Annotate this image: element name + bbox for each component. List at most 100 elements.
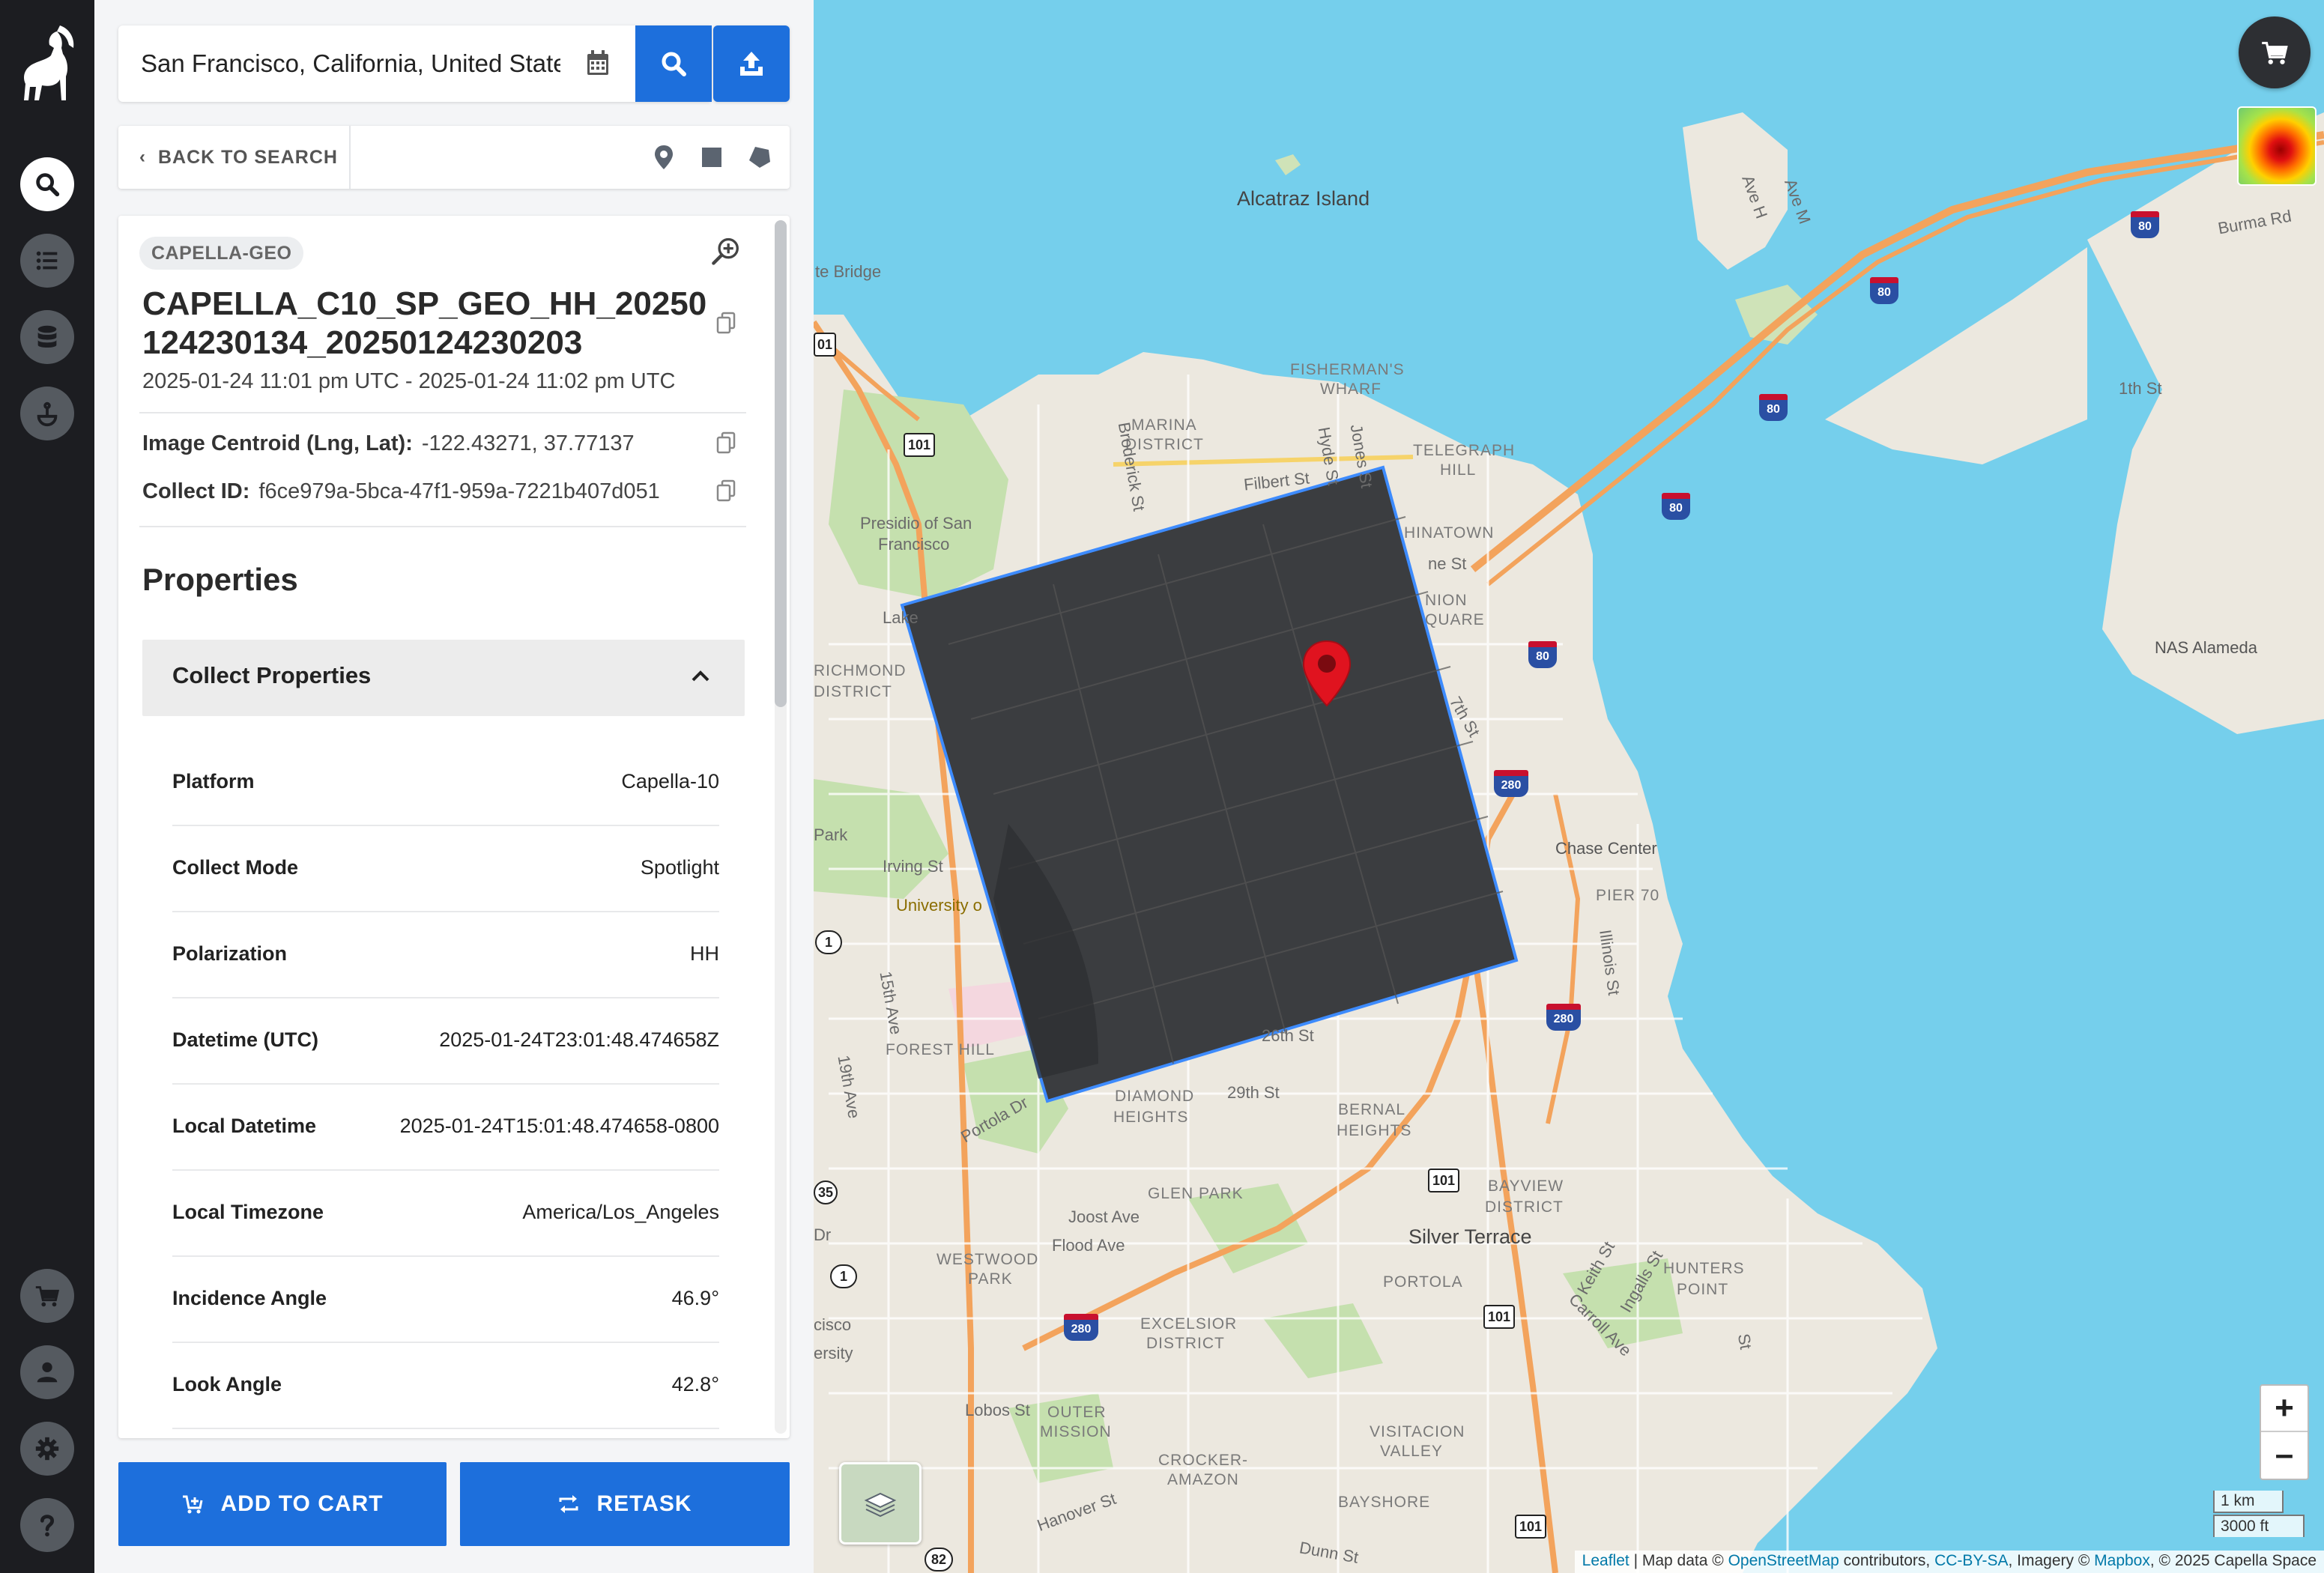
label-lobos: Lobos St xyxy=(965,1401,1030,1419)
nav-search-button[interactable] xyxy=(20,157,74,211)
nav-cart-button[interactable] xyxy=(20,1269,74,1323)
search-icon xyxy=(662,52,686,76)
label-bernal: BERNAL xyxy=(1338,1101,1406,1118)
attribution-text: | Map data © xyxy=(1629,1552,1728,1569)
label-presidio-2: Francisco xyxy=(878,535,950,554)
table-row: Platform Capella-10 xyxy=(172,740,719,826)
property-value: 2025-01-24T15:01:48.474658-0800 xyxy=(399,1115,719,1137)
layers-icon xyxy=(864,1492,897,1518)
layers-button[interactable] xyxy=(839,1462,922,1545)
label-bayview-2: DISTRICT xyxy=(1485,1198,1564,1216)
centroid-row: Image Centroid (Lng, Lat): -122.43271, 37… xyxy=(142,431,635,456)
upload-icon xyxy=(740,52,763,76)
map-pin-icon xyxy=(655,145,673,169)
label-park: Park xyxy=(814,825,848,844)
divider xyxy=(139,526,746,527)
label-university: University o xyxy=(896,896,982,915)
nav-data-button[interactable] xyxy=(20,310,74,364)
copy-centroid-icon[interactable] xyxy=(716,431,736,454)
property-value: HH xyxy=(690,942,719,965)
label-diamond: DIAMOND xyxy=(1115,1088,1195,1105)
heatmap-toggle-button[interactable] xyxy=(2237,106,2317,186)
us101-shield: 101 xyxy=(904,433,935,457)
ibex-logo-icon[interactable] xyxy=(13,22,81,109)
i280-shield: 280 xyxy=(1494,770,1528,797)
polygon-icon xyxy=(749,147,770,168)
osm-link[interactable]: OpenStreetMap xyxy=(1728,1552,1839,1569)
attribution-text: , © 2025 Capella Space xyxy=(2149,1552,2317,1569)
label-st: St xyxy=(1734,1332,1756,1351)
label-diamond-2: HEIGHTS xyxy=(1113,1109,1189,1126)
property-value: 42.8° xyxy=(671,1373,719,1395)
i80-shield: 80 xyxy=(1870,277,1898,304)
label-union-2: QUARE xyxy=(1425,611,1485,628)
upload-button[interactable] xyxy=(713,25,790,102)
copy-title-icon[interactable] xyxy=(716,312,736,334)
draw-polygon-button[interactable] xyxy=(743,141,776,174)
zoom-to-item-icon[interactable] xyxy=(710,235,743,268)
label-telegraph-hill: HILL xyxy=(1440,461,1477,479)
label-hunters: HUNTERS xyxy=(1663,1260,1745,1277)
label-dr: Dr xyxy=(814,1225,832,1244)
ccbysa-link[interactable]: CC-BY-SA xyxy=(1934,1552,2008,1569)
item-datetime-range: 2025-01-24 11:01 pm UTC - 2025-01-24 11:… xyxy=(142,369,676,393)
label-golden-gate: te Bridge xyxy=(815,262,882,281)
label-westwood: WESTWOOD xyxy=(936,1251,1039,1268)
back-to-search-button[interactable]: ‹ BACK TO SEARCH xyxy=(118,126,351,189)
gear-icon xyxy=(35,1437,59,1461)
nav-account-button[interactable] xyxy=(20,1345,74,1399)
table-row: Look Angle 42.8° xyxy=(172,1343,719,1429)
calendar-icon[interactable] xyxy=(583,48,613,78)
search-button[interactable] xyxy=(635,25,712,102)
property-key: Local Timezone xyxy=(172,1201,324,1223)
draw-rectangle-button[interactable] xyxy=(695,141,728,174)
i80-shield: 80 xyxy=(1662,493,1690,520)
attribution-text: , Imagery © xyxy=(2008,1552,2095,1569)
collection-tag[interactable]: CAPELLA-GEO xyxy=(139,237,304,270)
database-icon xyxy=(37,325,57,348)
label-26th-st: 26th St xyxy=(1262,1026,1314,1045)
collect-id-row: Collect ID: f6ce979a-5bca-47f1-959a-7221b… xyxy=(142,479,660,504)
centroid-marker-icon[interactable] xyxy=(1301,640,1353,707)
accordion-label: Collect Properties xyxy=(172,662,372,688)
retask-button[interactable]: RETASK xyxy=(460,1462,790,1546)
i80-shield: 80 xyxy=(2131,211,2159,238)
label-richmond-2: DISTRICT xyxy=(814,683,892,700)
add-to-cart-label: ADD TO CART xyxy=(220,1491,384,1516)
map-cart-button[interactable] xyxy=(2239,16,2311,88)
nav-satellite-button[interactable] xyxy=(20,387,74,440)
property-key: Platform xyxy=(172,770,255,792)
zoom-out-button[interactable]: – xyxy=(2261,1432,2308,1479)
table-row: Datetime (UTC) 2025-01-24T23:01:48.474658… xyxy=(172,998,719,1085)
label-excelsior: EXCELSIOR xyxy=(1140,1315,1238,1333)
nav-settings-button[interactable] xyxy=(20,1422,74,1476)
search-input[interactable] xyxy=(141,40,560,87)
nav-tasks-button[interactable] xyxy=(20,234,74,288)
scrollbar-thumb[interactable] xyxy=(775,220,787,707)
draw-point-button[interactable] xyxy=(647,141,680,174)
table-row: Collect Mode Spotlight xyxy=(172,826,719,912)
label-bernal-2: HEIGHTS xyxy=(1337,1122,1412,1139)
us101-shield: 101 xyxy=(1428,1169,1459,1192)
i280-shield: 280 xyxy=(1064,1314,1098,1341)
nav-help-button[interactable] xyxy=(20,1498,74,1552)
detail-scrollbar[interactable] xyxy=(775,220,787,1434)
leaflet-link[interactable]: Leaflet xyxy=(1582,1552,1629,1569)
route-shield: 01 xyxy=(814,333,836,357)
label-29th-st: 29th St xyxy=(1227,1083,1280,1102)
label-bayshore: BAYSHORE xyxy=(1338,1494,1431,1511)
cart-icon xyxy=(2262,41,2288,64)
label-fishermans: FISHERMAN'S xyxy=(1290,361,1405,378)
copy-collect-id-icon[interactable] xyxy=(716,479,736,502)
map-view[interactable]: Alcatraz Island te Bridge FISHERMAN'S WH… xyxy=(814,0,2324,1573)
centroid-value: -122.43271, 37.77137 xyxy=(421,431,635,455)
zoom-in-button[interactable]: + xyxy=(2261,1386,2308,1432)
properties-heading: Properties xyxy=(142,562,298,597)
add-to-cart-button[interactable]: ADD TO CART xyxy=(118,1462,447,1546)
property-key: Incidence Angle xyxy=(172,1287,327,1309)
label-lake: Lake xyxy=(883,608,919,627)
collect-properties-accordion[interactable]: Collect Properties xyxy=(142,640,745,716)
ca1-shield: 1 xyxy=(830,1264,857,1288)
property-value: Spotlight xyxy=(640,856,719,879)
mapbox-link[interactable]: Mapbox xyxy=(2094,1552,2150,1569)
